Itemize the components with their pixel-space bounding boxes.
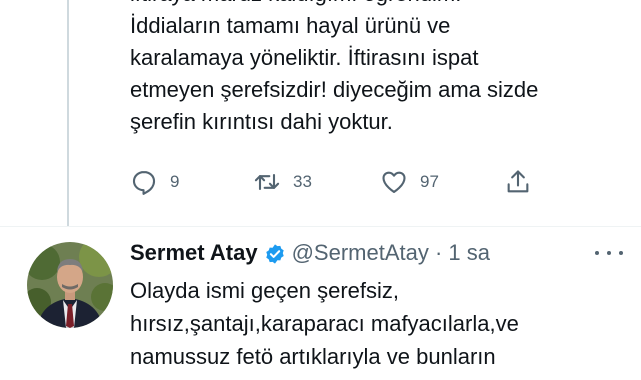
share-icon xyxy=(507,170,529,193)
reply-count: 9 xyxy=(170,172,180,191)
avatar[interactable] xyxy=(27,242,113,328)
tweet-text-line: karalamaya yöneliktir. İftirasını ispat xyxy=(130,45,479,70)
tweet[interactable]: Sermet Atay @SermetAtay · 1 sa Olayda is… xyxy=(130,238,635,373)
reply-button[interactable]: 9 xyxy=(130,166,179,198)
share-button[interactable] xyxy=(504,166,532,198)
tweet-text-line: etmeyen şerefsizdir! diyeceğim ama sizde xyxy=(130,77,539,102)
author-name[interactable]: Sermet Atay xyxy=(130,240,258,266)
tweet-text-line: şerefin kırıntısı dahi yoktur. xyxy=(130,109,393,134)
tweet-header: Sermet Atay @SermetAtay · 1 sa xyxy=(130,238,635,268)
tweet-text-line: hırsız,şantajı,karaparacı mafyacılarla,v… xyxy=(130,311,519,336)
tweet-text-line: iftiraya maruz kaldığımı öğrendim. xyxy=(130,0,630,10)
tweet-text-line: İddiaların tamamı hayal ürünü ve xyxy=(130,13,451,38)
retweet-count: 33 xyxy=(293,172,312,191)
tweet-text: Olayda ismi geçen şerefsiz, hırsız,şanta… xyxy=(130,274,635,373)
more-options-icon[interactable] xyxy=(595,246,623,260)
tweet-action-bar: 9 33 97 xyxy=(130,166,550,198)
thread-connector-line xyxy=(67,0,69,226)
author-handle-time[interactable]: @SermetAtay · 1 sa xyxy=(292,240,490,266)
verified-badge-icon xyxy=(265,243,284,264)
like-button[interactable]: 97 xyxy=(380,166,439,198)
tweet-text-line: namussuz fetö artıklarıyla ve bunların xyxy=(130,344,496,369)
heart-icon xyxy=(382,171,406,193)
like-count: 97 xyxy=(420,172,439,191)
tweet-text-line: Olayda ismi geçen şerefsiz, xyxy=(130,278,399,303)
tweet-divider xyxy=(0,226,641,227)
retweet-icon xyxy=(254,173,280,191)
reply-icon xyxy=(132,171,156,195)
retweet-button[interactable]: 33 xyxy=(253,166,312,198)
previous-tweet-text: iftiraya maruz kaldığımı öğrendim. İddia… xyxy=(130,0,630,138)
